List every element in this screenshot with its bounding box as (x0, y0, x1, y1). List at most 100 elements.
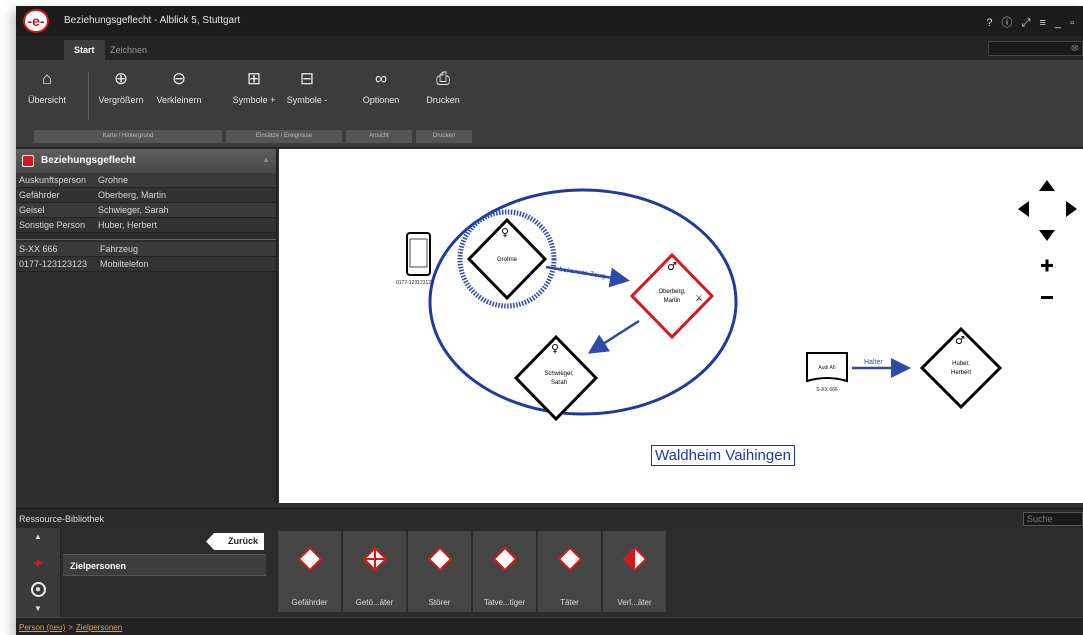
person-name: Oberberg, Martin (98, 190, 167, 200)
list-item[interactable]: 0177-123123123 Mobiltelefon (16, 257, 276, 272)
ribbon-group-view: Ansicht (346, 130, 412, 143)
resource-search-input[interactable]: Suche (1023, 512, 1083, 526)
resource-library-header: Ressource-Bibliothek Suche (16, 508, 1083, 528)
phone-node[interactable]: 0177-123123123 (396, 232, 434, 286)
overview-button[interactable]: ⌂ Übersicht (22, 68, 72, 105)
object-type: Fahrzeug (100, 244, 139, 254)
diamond-icon (428, 547, 452, 571)
resource-tile[interactable]: Verl...äter (603, 531, 666, 612)
tab-start[interactable]: Start (64, 40, 105, 60)
tab-zeichnen[interactable]: Zeichnen (100, 40, 157, 60)
vehicle-plate: S-XX 666 (816, 387, 838, 393)
edge-label-car-huber: Halter (864, 359, 883, 366)
node-label: Herbert (951, 370, 971, 376)
symbols-minus-button-label: Symbole - (286, 95, 328, 105)
list-item[interactable]: Gefährder Oberberg, Martin (16, 188, 276, 203)
list-divider (16, 233, 276, 240)
diamond-icon (558, 547, 582, 571)
phone-label: 0177-123123123 (396, 280, 434, 286)
ribbon-group-print: Drucken (416, 130, 472, 143)
person-name: Grohne (98, 175, 129, 185)
breadcrumb-item-person[interactable]: Person (neu) (19, 623, 65, 632)
zoom-in-button-label: Vergrößern (98, 95, 144, 105)
vehicle-node[interactable]: Audi A6 S-XX 666 (806, 352, 848, 393)
zoom-minus-icon[interactable] (1041, 296, 1053, 299)
resource-category[interactable]: Zielpersonen (63, 554, 266, 576)
pan-right-icon[interactable] (1066, 201, 1077, 217)
resource-tile-label: Täter (560, 598, 579, 607)
breadcrumb-separator: > (68, 623, 73, 632)
zoom-out-button[interactable]: ⊖ Verkleinern (150, 68, 208, 105)
resource-tile-label: Tatve...tiger (483, 598, 526, 607)
object-id: S-XX 666 (19, 244, 58, 254)
breadcrumb-item-target-persons[interactable]: Zielpersonen (76, 623, 122, 632)
male-icon: ♂ (955, 334, 965, 347)
list-item[interactable]: Auskunftsperson Grohne (16, 173, 276, 188)
person-node-oberberg[interactable]: ♂ Oberberg, Martin ⚔ (629, 252, 715, 340)
zoom-out-icon: ⊖ (171, 69, 187, 88)
person-role: Gefährder (19, 190, 60, 200)
collapse-icon[interactable]: ▲ (262, 155, 270, 164)
person-node-huber[interactable]: ♂ Huber, Herbert (919, 326, 1003, 410)
back-button[interactable]: Zurück (206, 533, 264, 550)
resource-tile-label: Gefährder (291, 598, 328, 607)
scroll-up-icon[interactable]: ▲ (26, 532, 50, 552)
person-category-icon[interactable]: ● (26, 582, 50, 602)
resource-tile-label: Getö...äter (355, 598, 394, 607)
window-controls[interactable]: ? ⓘ ⤢ ≡ _ ▫ (986, 14, 1077, 30)
node-label: Huber, (952, 361, 970, 367)
overview-button-label: Übersicht (27, 95, 66, 105)
symbols-plus-button[interactable]: ⊞ Symbole + (228, 68, 280, 105)
pan-controls[interactable] (1018, 180, 1077, 299)
options-button[interactable]: ∞ Optionen (356, 68, 406, 105)
list-item[interactable]: S-XX 666 Fahrzeug (16, 242, 276, 257)
person-role: Auskunftsperson (19, 175, 87, 185)
panel-header[interactable]: Beziehungsgeflecht ▲ (16, 149, 276, 173)
diamond-icon (493, 547, 517, 571)
zoom-out-button-label: Verkleinern (156, 95, 202, 105)
printer-icon: ⎙ (436, 69, 450, 88)
person-node-grohne[interactable]: ♀ Grohne (466, 217, 548, 301)
vehicle-label: Audi A6 (818, 365, 835, 371)
node-label: Oberberg, (658, 289, 685, 295)
pan-down-icon[interactable] (1039, 230, 1055, 241)
ribbon-group-events: Einsätze / Ereignisse (226, 130, 342, 143)
area-label[interactable]: Waldheim Vaihingen (651, 445, 795, 466)
ribbon-group-map: Karte / Hintergrund (34, 130, 222, 143)
resource-tile-label: Verl...äter (617, 598, 652, 607)
resource-tile[interactable]: Getö...äter (343, 531, 406, 612)
resource-tile[interactable]: Gefährder (278, 531, 341, 612)
print-button[interactable]: ⎙ Drucken (418, 68, 468, 105)
pan-up-icon[interactable] (1039, 180, 1055, 191)
title-bar: -e- Beziehungsgeflecht - Alblick 5, Stut… (16, 6, 1083, 36)
symbols-plus-button-label: Symbole + (232, 95, 276, 105)
person-name: Huber, Herbert (98, 220, 158, 230)
node-label: Sarah (551, 380, 567, 386)
list-item[interactable]: Geisel Schwieger, Sarah (16, 203, 276, 218)
app-logo: -e- (23, 9, 49, 33)
resource-tile[interactable]: Täter (538, 531, 601, 612)
zoom-plus-icon[interactable] (1045, 259, 1049, 272)
pan-left-icon[interactable] (1018, 201, 1029, 217)
panel-title: Beziehungsgeflecht (41, 155, 136, 166)
relationship-panel: Beziehungsgeflecht ▲ Auskunftsperson Gro… (16, 149, 277, 503)
object-type: Mobiltelefon (100, 259, 149, 269)
application-window: -e- Beziehungsgeflecht - Alblick 5, Stut… (16, 6, 1083, 635)
person-role: Sonstige Person (19, 220, 86, 230)
diamond-half-icon (623, 547, 647, 571)
edge-oberberg-schwieger[interactable] (587, 319, 640, 354)
ribbon-tabbar: Start Zeichnen ⊗ (16, 36, 1083, 60)
status-bar: Person (neu) > Zielpersonen (16, 617, 1083, 635)
phone-screen (409, 238, 428, 268)
top-search-clear-icon[interactable]: ⊗ (988, 41, 1083, 56)
resource-tile[interactable]: Störer (408, 531, 471, 612)
target-person-category-icon[interactable]: ✦ (26, 554, 50, 574)
resource-library-title: Ressource-Bibliothek (19, 514, 105, 524)
zoom-in-button[interactable]: ⊕ Vergrößern (94, 68, 148, 105)
persons-list: Auskunftsperson Grohne Gefährder Oberber… (16, 173, 276, 233)
symbols-minus-button[interactable]: ⊟ Symbole - (282, 68, 332, 105)
network-icon (22, 155, 34, 167)
relationship-canvas[interactable]: 0177-123123123 bekannte Zeug Halter ♀ Gr… (279, 149, 1083, 503)
resource-tile[interactable]: Tatve...tiger (473, 531, 536, 612)
list-item[interactable]: Sonstige Person Huber, Herbert (16, 218, 276, 233)
